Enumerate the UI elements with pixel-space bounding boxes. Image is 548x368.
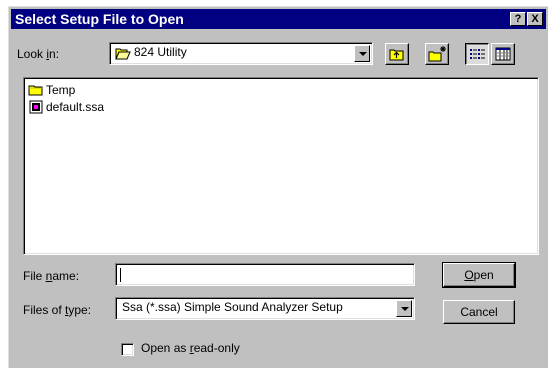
ssa-file-icon (29, 100, 43, 114)
look-in-value: 824 Utility (134, 45, 187, 59)
files-of-type-dropdown-button[interactable] (396, 300, 412, 317)
file-name-label: Temp (46, 83, 76, 97)
look-in-label: Look in: (17, 47, 60, 61)
cancel-button[interactable]: Cancel (443, 300, 515, 324)
file-name-label: File name: (23, 269, 80, 283)
up-one-level-button[interactable] (385, 43, 409, 65)
create-new-folder-button[interactable] (425, 43, 449, 65)
chevron-down-icon (359, 52, 367, 56)
help-button[interactable]: ? (510, 12, 526, 26)
open-button[interactable]: Open (442, 262, 516, 288)
read-only-label[interactable]: Open as read-only (141, 341, 240, 355)
look-in-dropdown[interactable]: 824 Utility (109, 42, 373, 65)
chevron-down-icon (401, 307, 409, 311)
details-view-icon (495, 47, 511, 61)
file-list[interactable]: Temp default.ssa (23, 77, 539, 255)
files-of-type-value: Ssa (*.ssa) Simple Sound Analyzer Setup (122, 300, 343, 314)
file-name-input[interactable] (115, 263, 415, 286)
new-folder-icon (428, 46, 446, 62)
details-view-button[interactable] (491, 43, 515, 65)
folder-icon (28, 85, 43, 96)
title-bar[interactable]: Select Setup File to Open ? X (11, 9, 546, 29)
list-view-icon (470, 49, 485, 59)
dialog-title: Select Setup File to Open (15, 11, 184, 27)
up-folder-icon (389, 49, 404, 61)
look-in-dropdown-button[interactable] (354, 45, 370, 62)
list-view-button[interactable] (465, 43, 489, 65)
files-of-type-label: Files of type: (23, 303, 92, 317)
text-caret (120, 268, 121, 282)
close-button[interactable]: X (527, 12, 543, 26)
folder-open-icon (115, 47, 131, 63)
read-only-checkbox[interactable] (121, 343, 134, 356)
open-file-dialog: Select Setup File to Open ? X Look in: 8… (8, 6, 548, 368)
file-name-label: default.ssa (46, 100, 105, 114)
files-of-type-dropdown[interactable]: Ssa (*.ssa) Simple Sound Analyzer Setup (115, 297, 415, 320)
